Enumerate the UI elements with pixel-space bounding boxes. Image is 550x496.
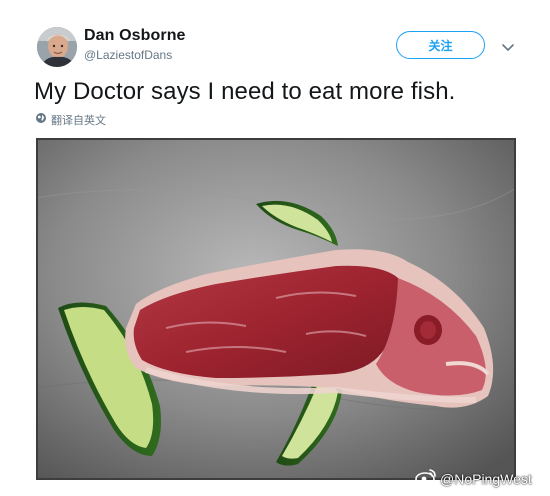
translate-tweet-link[interactable]: 翻译自英文 — [35, 112, 106, 128]
chevron-down-icon[interactable] — [502, 40, 514, 51]
display-name[interactable]: Dan Osborne — [84, 27, 186, 45]
follow-button[interactable]: 关注 — [396, 31, 485, 59]
tweet-card: Dan Osborne @LaziestofDans 关注 My Doctor … — [0, 0, 550, 496]
weibo-logo-icon — [415, 468, 437, 489]
user-handle[interactable]: @LaziestofDans — [84, 48, 172, 62]
tweet-text: My Doctor says I need to eat more fish. — [34, 78, 456, 105]
globe-icon — [35, 111, 47, 129]
steak-fish-image — [36, 138, 516, 480]
avatar[interactable] — [37, 27, 77, 67]
watermark-text: @NoPingWest — [440, 470, 532, 487]
translate-label: 翻译自英文 — [51, 114, 106, 127]
tweet-photo[interactable] — [36, 138, 516, 480]
weibo-watermark: @NoPingWest — [415, 468, 532, 489]
